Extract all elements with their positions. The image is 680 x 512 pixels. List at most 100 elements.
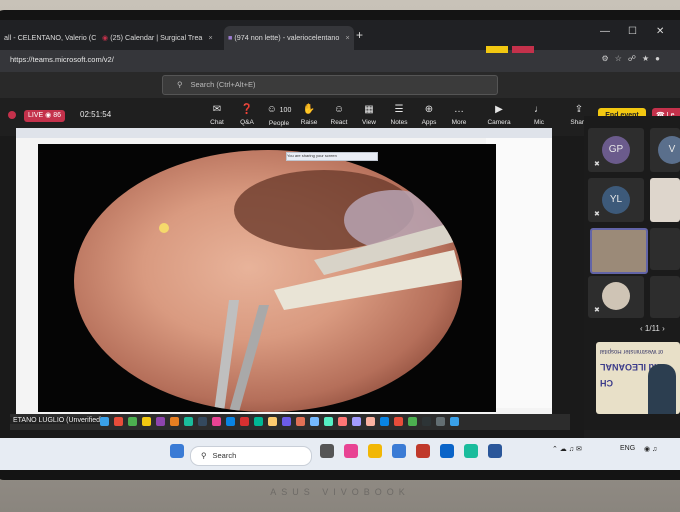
people-label: People	[268, 120, 290, 127]
app-icon[interactable]	[416, 444, 430, 458]
gallery-pager[interactable]: ‹ 1/11 ›	[640, 324, 665, 333]
app-icon	[310, 417, 319, 426]
mac-dock: ETANO LUGLIO (Unverified)	[10, 414, 570, 430]
participant-video[interactable]	[590, 228, 648, 274]
maximize-icon[interactable]: ☐	[628, 26, 637, 37]
app-icon	[240, 417, 249, 426]
app-icon	[436, 417, 445, 426]
app-icon	[128, 417, 137, 426]
raise-hand-button[interactable]: ✋ Raise	[294, 104, 324, 126]
raise-label: Raise	[300, 119, 318, 126]
tab-calendar[interactable]: ◉ (25) Calendar | Surgical Trea ×	[98, 26, 222, 50]
notes-icon: ☰	[394, 104, 404, 115]
close-icon[interactable]: ×	[208, 33, 212, 42]
mic-icon: ♩	[534, 104, 544, 115]
react-icon: ☺	[333, 104, 345, 115]
avatar: YL	[602, 186, 630, 214]
tab-mail[interactable]: ■ (974 non lette) - valeriocelentano ×	[224, 26, 354, 50]
view-button[interactable]: ▦ View	[354, 104, 384, 126]
new-tab-button[interactable]: +	[356, 28, 363, 42]
live-label: LIVE	[28, 112, 44, 119]
presenter-figure	[648, 364, 676, 414]
shared-end-button	[486, 46, 508, 53]
participant-video[interactable]: ✖	[588, 276, 644, 318]
word-icon[interactable]	[488, 444, 502, 458]
search-placeholder: Search (Ctrl+Alt+E)	[190, 80, 256, 89]
participant-tile[interactable]: YL ✖	[588, 178, 644, 222]
notes-button[interactable]: ☰ Notes	[384, 104, 414, 126]
app-icon	[450, 417, 459, 426]
people-icon: ☺ 100	[262, 104, 296, 117]
laptop-brand: ASUS VIVOBOOK	[270, 487, 410, 497]
taskbar-search[interactable]: ⚲ Search	[190, 446, 312, 466]
apps-button[interactable]: ⊕ Apps	[414, 104, 444, 126]
chat-button[interactable]: ✉ Chat	[202, 104, 232, 126]
tab-label: (974 non lette) - valeriocelentano	[234, 33, 340, 42]
avatar: V	[658, 136, 680, 164]
chat-label: Chat	[210, 119, 224, 126]
participant-tile[interactable]: V	[650, 128, 680, 172]
slide-line: of Westminster Hospital	[600, 348, 664, 354]
url-text: https://teams.microsoft.com/v2/	[10, 55, 114, 64]
app-icon	[338, 417, 347, 426]
chevron-left-icon[interactable]: ‹	[640, 324, 643, 333]
app-icon	[212, 417, 221, 426]
tab-outlook[interactable]: all - CELENTANO, Valerio (CH×	[0, 26, 96, 50]
store-icon[interactable]	[392, 444, 406, 458]
network-icon[interactable]: ◉ ♫	[644, 445, 657, 453]
window-close-icon[interactable]: ✕	[656, 26, 664, 37]
slide-line: CH	[600, 378, 613, 388]
avatar: GP	[602, 136, 630, 164]
eye-icon: ◉	[45, 112, 52, 119]
app-icon	[352, 417, 361, 426]
search-input[interactable]: ⚲ Search (Ctrl+Alt+E)	[162, 75, 498, 95]
windows-start-icon[interactable]	[170, 444, 184, 458]
shared-browser-bar	[16, 128, 552, 138]
raise-hand-icon: ✋	[302, 104, 316, 115]
people-button[interactable]: ☺ 100 People	[262, 104, 296, 127]
address-bar[interactable]: https://teams.microsoft.com/v2/ ⚙☆☍★●	[0, 50, 680, 72]
language-indicator[interactable]: ENG	[620, 445, 635, 452]
outlook-icon[interactable]	[440, 444, 454, 458]
participant-video[interactable]	[650, 178, 680, 222]
more-button[interactable]: … More	[444, 104, 474, 126]
tab-label: all - CELENTANO, Valerio (CH	[4, 33, 96, 42]
browser-toolbar-icons[interactable]: ⚙☆☍★●	[602, 54, 666, 63]
app-icon	[394, 417, 403, 426]
file-explorer-icon[interactable]	[368, 444, 382, 458]
windows-taskbar	[0, 438, 680, 470]
presenter-slide: of Westminster Hospital and ILEOANAL CH	[596, 342, 680, 414]
page-indicator: 1/11	[644, 324, 660, 333]
copilot-icon[interactable]	[344, 444, 358, 458]
participant-tile[interactable]	[650, 228, 680, 270]
search-icon: ⚲	[201, 451, 207, 460]
edge-icon[interactable]	[464, 444, 478, 458]
tray-icons[interactable]: ⌃ ☁ ♫ ✉	[552, 445, 582, 453]
people-glyph: ☺	[266, 104, 277, 115]
teams-header: ⚲ Search (Ctrl+Alt+E)	[0, 72, 680, 98]
mic-off-icon: ✖	[594, 211, 600, 218]
share-icon: ⇪	[574, 104, 584, 115]
participant-tile[interactable]	[650, 276, 680, 318]
app-icon	[366, 417, 375, 426]
avatar	[602, 282, 630, 310]
live-badge: LIVE ◉ 86	[24, 110, 65, 122]
app-icon	[268, 417, 277, 426]
app-icon	[100, 417, 109, 426]
sharing-banner: You are sharing your screen	[286, 152, 378, 161]
mic-off-icon: ✖	[594, 307, 600, 314]
chevron-right-icon[interactable]: ›	[662, 324, 665, 333]
react-button[interactable]: ☺ React	[324, 104, 354, 126]
minimize-icon[interactable]: —	[600, 26, 610, 37]
qa-label: Q&A	[240, 119, 254, 126]
task-view-icon[interactable]	[320, 444, 334, 458]
camera-button[interactable]: ▶ Camera	[484, 104, 514, 126]
app-icon	[282, 417, 291, 426]
close-icon[interactable]: ×	[345, 33, 349, 42]
qa-button[interactable]: ❓ Q&A	[232, 104, 262, 126]
laparoscopic-video	[74, 150, 462, 412]
mic-button[interactable]: ♩ Mic	[524, 104, 554, 126]
apps-icon: ⊕	[424, 104, 434, 115]
app-icon	[114, 417, 123, 426]
participant-tile[interactable]: GP ✖	[588, 128, 644, 172]
